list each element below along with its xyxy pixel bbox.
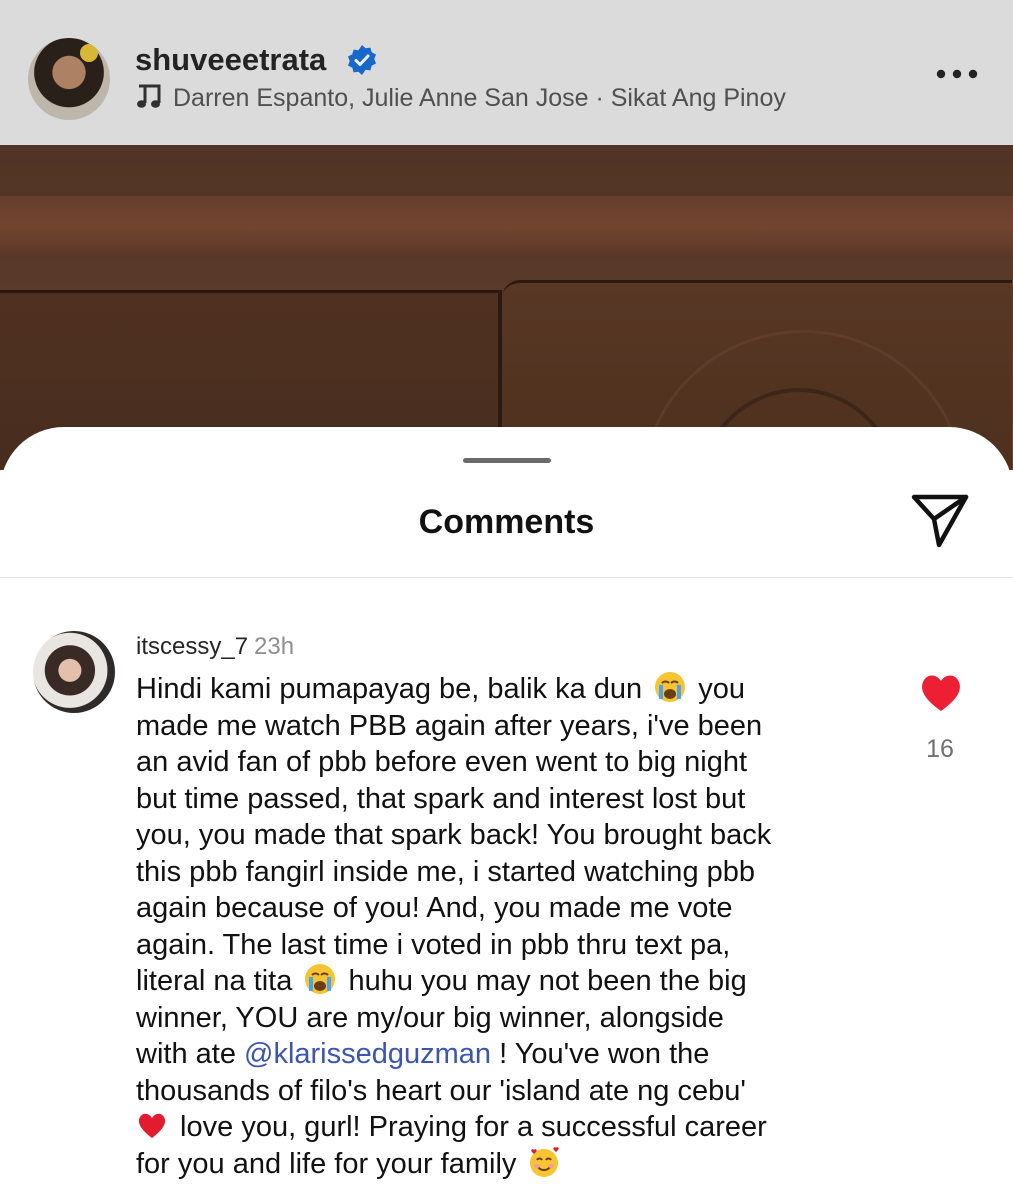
like-count: 16	[926, 735, 954, 763]
loudly-crying-face-emoji	[655, 672, 686, 702]
comment-line: this pbb fangirl inside me, i started wa…	[136, 855, 756, 888]
comment-meta: itscessy_7 23h	[136, 633, 294, 661]
comment-line: literal na tita huhu you may not been th…	[136, 964, 747, 997]
comments-sheet: Comments itscessy_7 23h Hindi kami pumapa…	[0, 427, 1013, 1200]
sheet-title: Comments	[418, 503, 595, 541]
commenter-avatar[interactable]	[33, 631, 115, 713]
comment-line: an avid fan of pbb before even went to b…	[136, 746, 748, 778]
comment-line: but time passed, that spark and interest…	[136, 782, 746, 815]
comment-line: again. The last time i voted in pbb thru…	[136, 928, 731, 961]
comment-time: 23h	[254, 633, 295, 660]
dim-overlay	[0, 0, 1013, 470]
comment-line: love you, gurl! Praying for a successful…	[136, 1109, 876, 1146]
comment-line: again because of you! And, you made me v…	[136, 892, 733, 924]
comment-line: with ate @klarissedguzman ! You've won t…	[136, 1038, 710, 1070]
smiling-face-with-hearts-emoji	[530, 1146, 560, 1177]
red-heart-emoji	[138, 1113, 166, 1138]
comment-line: made me watch PBB again after years, i'v…	[136, 709, 763, 742]
sheet-divider	[0, 577, 1013, 578]
heart-filled-icon[interactable]	[918, 671, 964, 713]
comment-text: Hindi kami pumapayag be, balik ka dun yo…	[136, 671, 876, 1182]
mention-link[interactable]: @klarissedguzman	[244, 1038, 491, 1070]
loudly-crying-face-emoji	[305, 964, 336, 994]
drag-handle[interactable]	[463, 458, 551, 463]
send-paper-plane-icon[interactable]	[909, 491, 971, 549]
comment-line: thousands of filo's heart our 'island at…	[136, 1074, 746, 1107]
comment-line: you, you made that spark back! You broug…	[136, 819, 772, 851]
comment-line: for you and life for your family	[136, 1146, 876, 1183]
comment-line: Hindi kami pumapayag be, balik ka dun yo…	[136, 672, 746, 705]
comment-line: winner, YOU are my/our big winner, along…	[136, 1001, 724, 1034]
commenter-username[interactable]: itscessy_7	[136, 633, 248, 660]
